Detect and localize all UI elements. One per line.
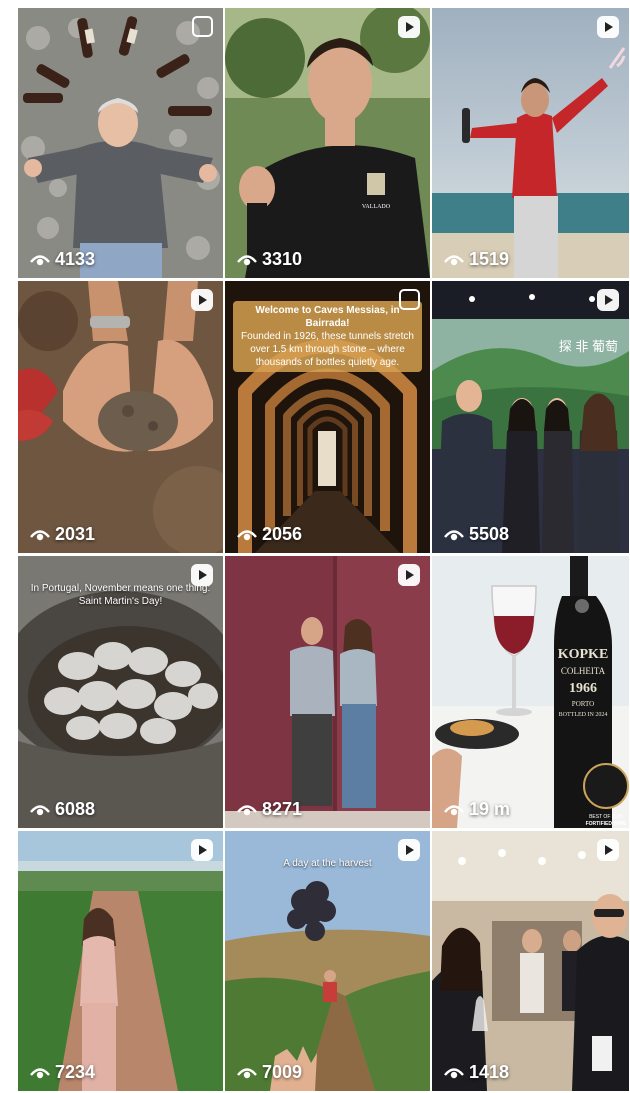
eye-icon xyxy=(444,254,464,265)
bottle-year: 1966 xyxy=(569,681,597,696)
view-count-value: 19 m xyxy=(469,799,511,819)
carousel-icon xyxy=(192,16,213,37)
caption-body: Founded in 1926, these tunnels stretch o… xyxy=(241,331,414,368)
view-count: 1418 xyxy=(444,1062,509,1083)
view-count-value: 1519 xyxy=(469,249,510,269)
post-tile[interactable]: 7234 xyxy=(18,831,223,1091)
eye-icon xyxy=(30,804,50,815)
banner-text: 探 非 葡萄 xyxy=(559,339,618,354)
view-count-value: 2056 xyxy=(262,524,303,544)
view-count-value: 6088 xyxy=(55,799,96,819)
view-count: 4133 xyxy=(30,249,95,270)
post-tile[interactable]: 探 非 葡萄 5508 xyxy=(432,281,629,553)
post-tile[interactable]: Welcome to Caves Messias, in Bairrada! F… xyxy=(225,281,430,553)
reel-icon xyxy=(191,839,213,861)
view-count: 7234 xyxy=(30,1062,95,1083)
view-count-value: 3310 xyxy=(262,249,303,269)
award-text: BEST OF 2025 xyxy=(589,814,623,820)
eye-icon xyxy=(444,529,464,540)
view-count-value: 7234 xyxy=(55,1062,96,1082)
post-image: VALLADO xyxy=(225,8,430,278)
eye-icon xyxy=(30,1067,50,1078)
eye-icon xyxy=(237,529,257,540)
award-text2: FORTIFIED WINE xyxy=(586,821,627,827)
bottle-sub2: BOTTLED IN 2024 xyxy=(559,712,608,718)
view-count-value: 1418 xyxy=(469,1062,510,1082)
eye-icon xyxy=(30,254,50,265)
reel-icon xyxy=(398,16,420,38)
reel-icon xyxy=(191,564,213,586)
post-caption: A day at the harvest xyxy=(233,857,422,870)
post-image: 探 非 葡萄 xyxy=(432,281,629,553)
eye-icon xyxy=(237,254,257,265)
eye-icon xyxy=(444,1067,464,1078)
view-count-value: 7009 xyxy=(262,1062,303,1082)
view-count: 19 m xyxy=(444,799,510,820)
caption-body: In Portugal, November means one thing: S… xyxy=(30,583,211,607)
eye-icon xyxy=(237,1067,257,1078)
post-tile[interactable]: VALLADO 3310 xyxy=(225,8,430,278)
shirt-text: VALLADO xyxy=(362,204,391,210)
post-image xyxy=(432,8,629,278)
bottle-line: COLHEITA xyxy=(561,666,606,676)
view-count-value: 2031 xyxy=(55,524,96,544)
caption-body: A day at the harvest xyxy=(283,858,372,869)
post-tile[interactable]: A day at the harvest 7009 xyxy=(225,831,430,1091)
bottle-brand: KOPKE xyxy=(558,647,609,662)
eye-icon xyxy=(444,804,464,815)
post-image xyxy=(18,831,223,1091)
eye-icon xyxy=(237,804,257,815)
post-image xyxy=(225,556,430,828)
reel-icon xyxy=(398,564,420,586)
post-image xyxy=(225,831,430,1091)
post-image xyxy=(18,281,223,553)
posts-grid: 4133 VALLADO 3310 1519 2031 Welcome to C… xyxy=(18,8,629,1091)
view-count-value: 5508 xyxy=(469,524,510,544)
bottle-sub: PORTO xyxy=(572,700,594,708)
reel-icon xyxy=(398,839,420,861)
view-count: 2031 xyxy=(30,524,95,545)
carousel-icon xyxy=(399,289,420,310)
reel-icon xyxy=(597,289,619,311)
caption-title: Welcome to Caves Messias, in Bairrada! xyxy=(255,305,400,329)
post-image xyxy=(432,831,629,1091)
reel-icon xyxy=(191,289,213,311)
post-caption: In Portugal, November means one thing: S… xyxy=(26,582,215,608)
post-caption: Welcome to Caves Messias, in Bairrada! F… xyxy=(233,301,422,372)
eye-icon xyxy=(30,529,50,540)
view-count: 6088 xyxy=(30,799,95,820)
view-count: 2056 xyxy=(237,524,302,545)
view-count: 3310 xyxy=(237,249,302,270)
post-tile[interactable]: 1418 xyxy=(432,831,629,1091)
view-count-value: 8271 xyxy=(262,799,303,819)
view-count-value: 4133 xyxy=(55,249,96,269)
post-image: KOPKE COLHEITA 1966 PORTO BOTTLED IN 202… xyxy=(432,556,629,828)
post-tile[interactable]: In Portugal, November means one thing: S… xyxy=(18,556,223,828)
view-count: 5508 xyxy=(444,524,509,545)
post-tile[interactable]: 4133 xyxy=(18,8,223,278)
post-tile[interactable]: 2031 xyxy=(18,281,223,553)
post-tile[interactable]: 1519 xyxy=(432,8,629,278)
post-tile[interactable]: KOPKE COLHEITA 1966 PORTO BOTTLED IN 202… xyxy=(432,556,629,828)
view-count: 8271 xyxy=(237,799,302,820)
post-tile[interactable]: 8271 xyxy=(225,556,430,828)
reel-icon xyxy=(597,839,619,861)
post-image xyxy=(18,8,223,278)
view-count: 1519 xyxy=(444,249,509,270)
view-count: 7009 xyxy=(237,1062,302,1083)
reel-icon xyxy=(597,16,619,38)
